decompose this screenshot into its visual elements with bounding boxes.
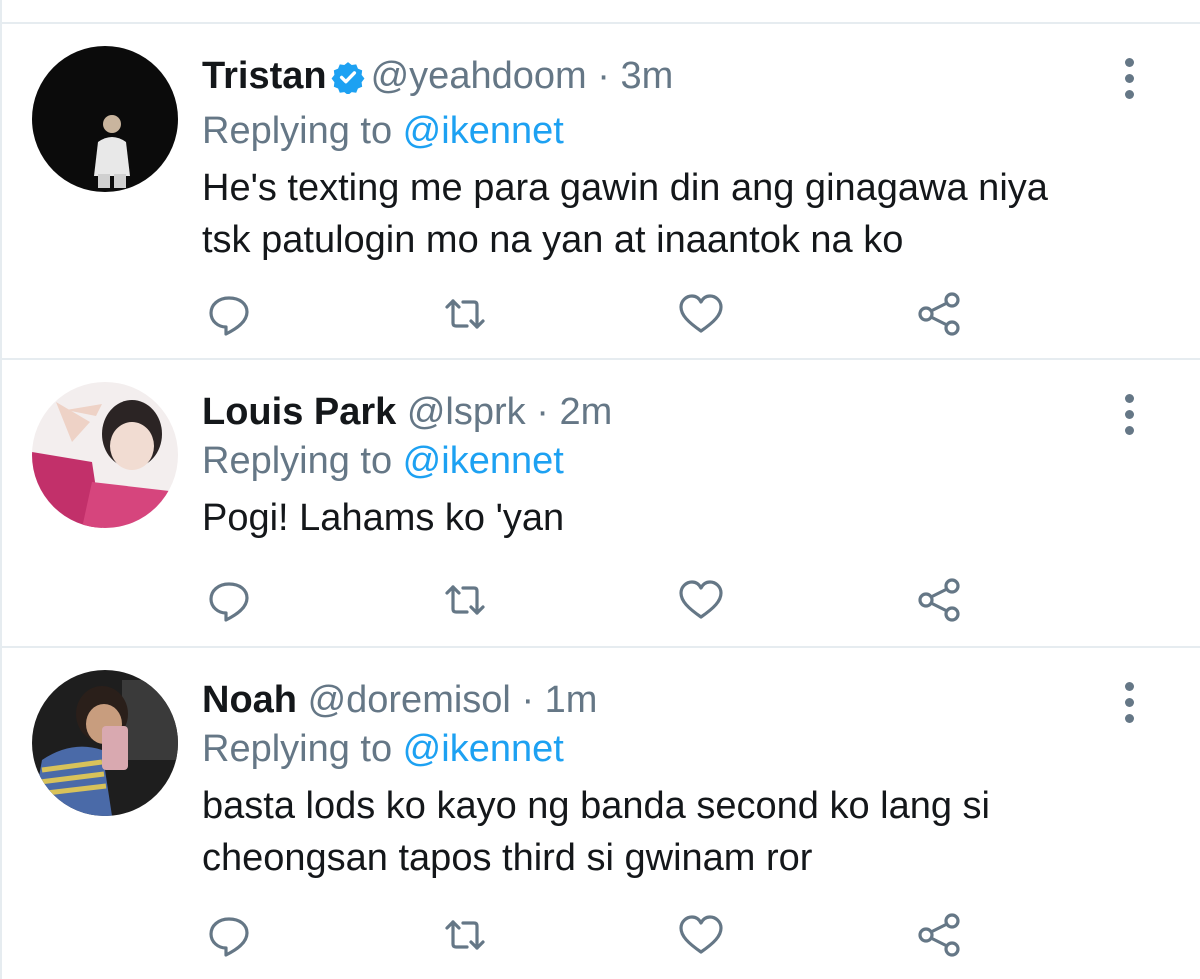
heart-icon[interactable]	[676, 289, 726, 339]
action-bar	[202, 575, 982, 625]
tweet-header: Louis Park @lsprk · 2m	[202, 388, 1140, 436]
more-vertical-icon[interactable]	[1122, 58, 1136, 102]
share-icon[interactable]	[914, 289, 964, 339]
tweet-text: basta lods ko kayo ng banda second ko la…	[202, 780, 1140, 884]
tweet-text-line: Pogi! Lahams ko 'yan	[202, 497, 565, 539]
heart-icon[interactable]	[676, 910, 726, 960]
tweet-text: Pogi! Lahams ko 'yan	[202, 492, 1140, 544]
mention-link[interactable]: @ikennet	[403, 440, 564, 482]
separator-dot: ·	[536, 391, 549, 433]
heart-icon[interactable]	[676, 575, 726, 625]
mention-link[interactable]: @ikennet	[403, 110, 564, 152]
display-name[interactable]: Tristan	[202, 55, 327, 97]
retweet-icon[interactable]	[440, 575, 490, 625]
separator-dot: ·	[597, 55, 610, 97]
retweet-icon[interactable]	[440, 289, 490, 339]
tweet-card[interactable]: Tristan @yeahdoom · 3m Replying to @ikenn…	[0, 24, 1200, 360]
tweet-text-line: cheongsan tapos third si gwinam ror	[202, 837, 813, 879]
more-vertical-icon[interactable]	[1122, 682, 1136, 726]
mention-link[interactable]: @ikennet	[403, 728, 564, 770]
timestamp[interactable]: 1m	[545, 679, 598, 721]
tweet-text: He's texting me para gawin din ang ginag…	[202, 162, 1140, 266]
separator-dot: ·	[521, 679, 535, 721]
tweet-header: Tristan @yeahdoom · 3m	[202, 52, 1140, 106]
share-icon[interactable]	[914, 910, 964, 960]
tweet-card[interactable]: Noah @doremisol · 1m Replying to @ikenne…	[0, 648, 1200, 979]
avatar[interactable]	[32, 46, 178, 192]
action-bar	[202, 910, 982, 960]
more-vertical-icon[interactable]	[1122, 394, 1136, 438]
replying-to: Replying to @ikennet	[202, 724, 1140, 774]
tweet-text-line: He's texting me para gawin din ang ginag…	[202, 167, 1048, 209]
replying-prefix: Replying to	[202, 728, 403, 770]
tweet-text-line: basta lods ko kayo ng banda second ko la…	[202, 785, 990, 827]
reply-icon[interactable]	[204, 289, 254, 339]
user-handle[interactable]: @yeahdoom	[371, 55, 587, 97]
replying-prefix: Replying to	[202, 110, 403, 152]
user-handle[interactable]: @doremisol	[308, 679, 511, 721]
tweet-card[interactable]: Louis Park @lsprk · 2m Replying to @iken…	[0, 360, 1200, 648]
tweet-header: Noah @doremisol · 1m	[202, 676, 1140, 724]
replying-to: Replying to @ikennet	[202, 436, 1140, 486]
user-handle[interactable]: @lsprk	[407, 391, 526, 433]
display-name[interactable]: Louis Park	[202, 391, 396, 433]
display-name[interactable]: Noah	[202, 679, 297, 721]
replying-to: Replying to @ikennet	[202, 106, 1140, 156]
timestamp[interactable]: 2m	[559, 391, 612, 433]
previous-tweet-edge	[0, 0, 1200, 24]
avatar[interactable]	[32, 382, 178, 528]
reply-icon[interactable]	[204, 910, 254, 960]
reply-icon[interactable]	[204, 575, 254, 625]
timestamp[interactable]: 3m	[620, 55, 673, 97]
tweet-text-line: tsk patulogin mo na yan at inaantok na k…	[202, 219, 904, 261]
replying-prefix: Replying to	[202, 440, 403, 482]
verified-badge-icon	[331, 58, 365, 106]
retweet-icon[interactable]	[440, 910, 490, 960]
avatar[interactable]	[32, 670, 178, 816]
action-bar	[202, 289, 982, 339]
share-icon[interactable]	[914, 575, 964, 625]
